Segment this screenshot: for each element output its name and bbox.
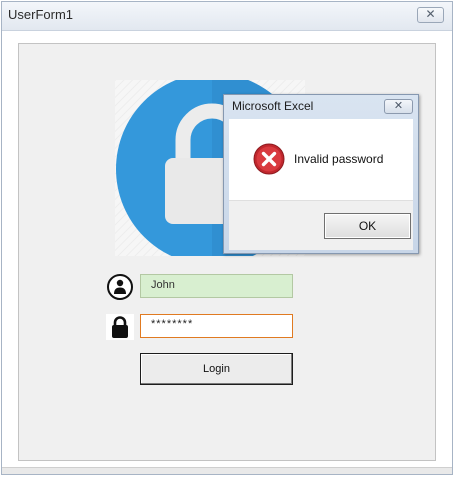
error-icon — [253, 143, 285, 175]
window-titlebar[interactable]: UserForm1 ✕ — [2, 2, 452, 31]
close-icon: ✕ — [393, 100, 404, 112]
dialog-body: Invalid password — [229, 119, 413, 200]
user-circle-icon — [106, 273, 134, 301]
error-dialog: Microsoft Excel ✕ Invalid password OK — [223, 94, 419, 254]
close-icon: ✕ — [425, 7, 436, 21]
password-field[interactable]: ******** — [140, 314, 293, 338]
dialog-footer: OK — [229, 200, 413, 250]
dialog-title: Microsoft Excel — [232, 99, 314, 113]
ok-button[interactable]: OK — [324, 213, 411, 239]
window-title: UserForm1 — [8, 7, 74, 22]
username-field[interactable]: John — [140, 274, 293, 298]
login-button[interactable]: Login — [140, 353, 293, 385]
window-close-button[interactable]: ✕ — [417, 7, 444, 23]
dialog-close-button[interactable]: ✕ — [384, 99, 413, 114]
dialog-message: Invalid password — [294, 152, 384, 166]
lock-icon — [106, 314, 134, 340]
window-bottom-edge — [2, 467, 452, 474]
